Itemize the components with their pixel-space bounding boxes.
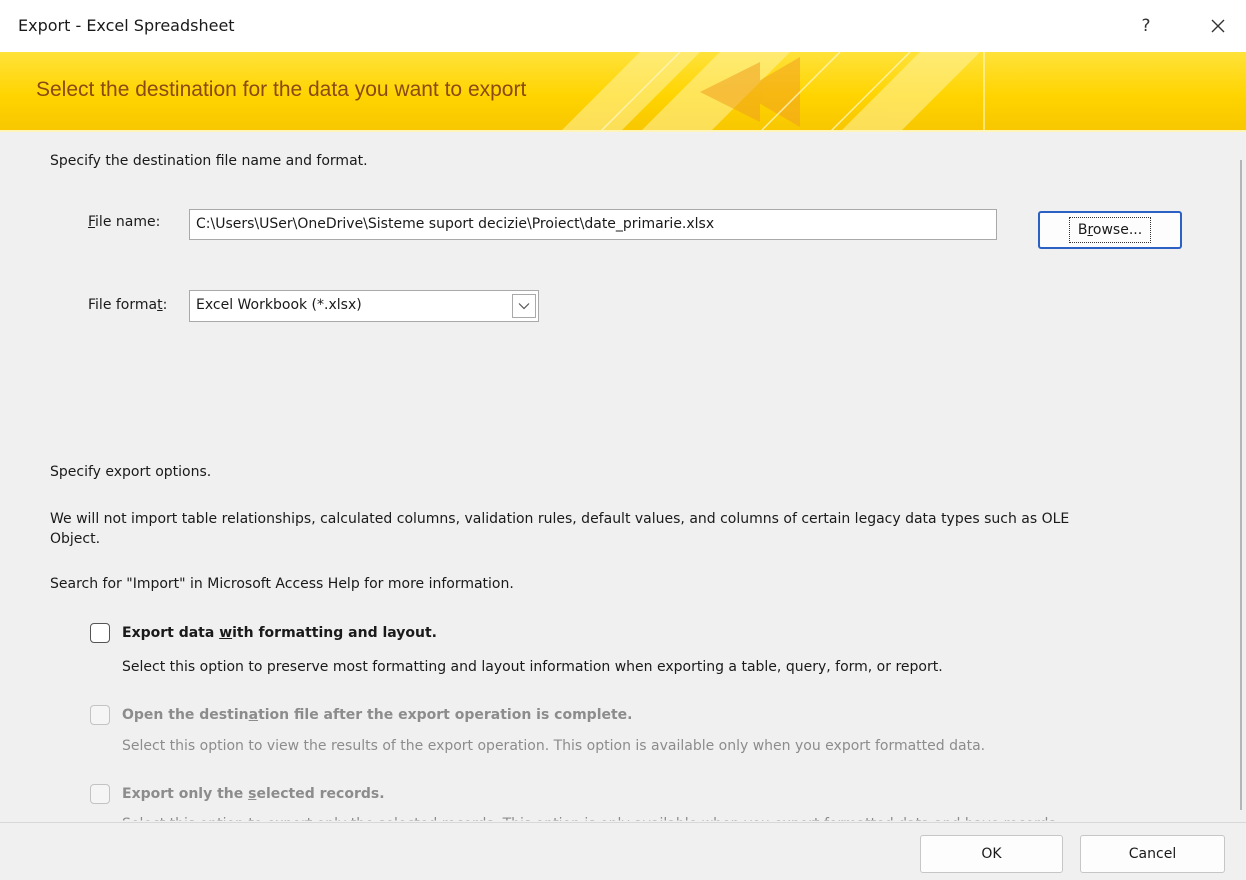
file-format-dropdown-button[interactable] — [512, 294, 536, 318]
destination-intro: Specify the destination file name and fo… — [50, 153, 368, 169]
close-icon — [1211, 19, 1225, 33]
banner-heading: Select the destination for the data you … — [36, 78, 527, 101]
export-formatting-title[interactable]: Export data with formatting and layout. — [122, 625, 437, 641]
notice-line-2: Object. — [50, 531, 101, 547]
open-destination-description: Select this option to view the results o… — [122, 738, 986, 754]
notice-line-1: We will not import table relationships, … — [50, 511, 1070, 527]
file-format-select[interactable]: Excel Workbook (*.xlsx) — [189, 290, 539, 322]
cancel-button[interactable]: Cancel — [1080, 835, 1225, 873]
dialog-footer: OK Cancel — [0, 822, 1246, 880]
open-destination-title[interactable]: Open the destination file after the expo… — [122, 707, 633, 723]
cancel-button-label: Cancel — [1128, 846, 1177, 862]
file-name-label: File name: — [88, 214, 161, 230]
help-button[interactable]: ? — [1128, 8, 1164, 44]
browse-button[interactable]: Browse... — [1038, 211, 1182, 249]
file-format-value: Excel Workbook (*.xlsx) — [196, 297, 362, 313]
ok-button[interactable]: OK — [920, 835, 1063, 873]
chevron-down-icon — [518, 303, 530, 310]
help-icon: ? — [1141, 16, 1151, 36]
export-selected-checkbox[interactable] — [90, 784, 110, 804]
options-intro: Specify export options. — [50, 464, 212, 480]
export-formatting-description: Select this option to preserve most form… — [122, 659, 943, 675]
window-title: Export - Excel Spreadsheet — [18, 16, 235, 35]
browse-button-label: Browse... — [1068, 217, 1152, 243]
export-formatting-checkbox[interactable] — [90, 623, 110, 643]
file-name-input[interactable]: C:\Users\USer\OneDrive\Sisteme suport de… — [189, 209, 997, 240]
title-bar: Export - Excel Spreadsheet ? — [0, 0, 1246, 52]
close-button[interactable] — [1198, 8, 1238, 44]
vertical-scrollbar[interactable] — [1240, 160, 1242, 810]
file-name-value: C:\Users\USer\OneDrive\Sisteme suport de… — [196, 216, 715, 232]
export-selected-title[interactable]: Export only the selected records. — [122, 786, 385, 802]
help-hint: Search for "Import" in Microsoft Access … — [50, 576, 514, 592]
open-destination-checkbox[interactable] — [90, 705, 110, 725]
file-format-label: File format: — [88, 297, 168, 313]
wizard-banner: Select the destination for the data you … — [0, 52, 1246, 132]
ok-button-label: OK — [981, 846, 1002, 862]
